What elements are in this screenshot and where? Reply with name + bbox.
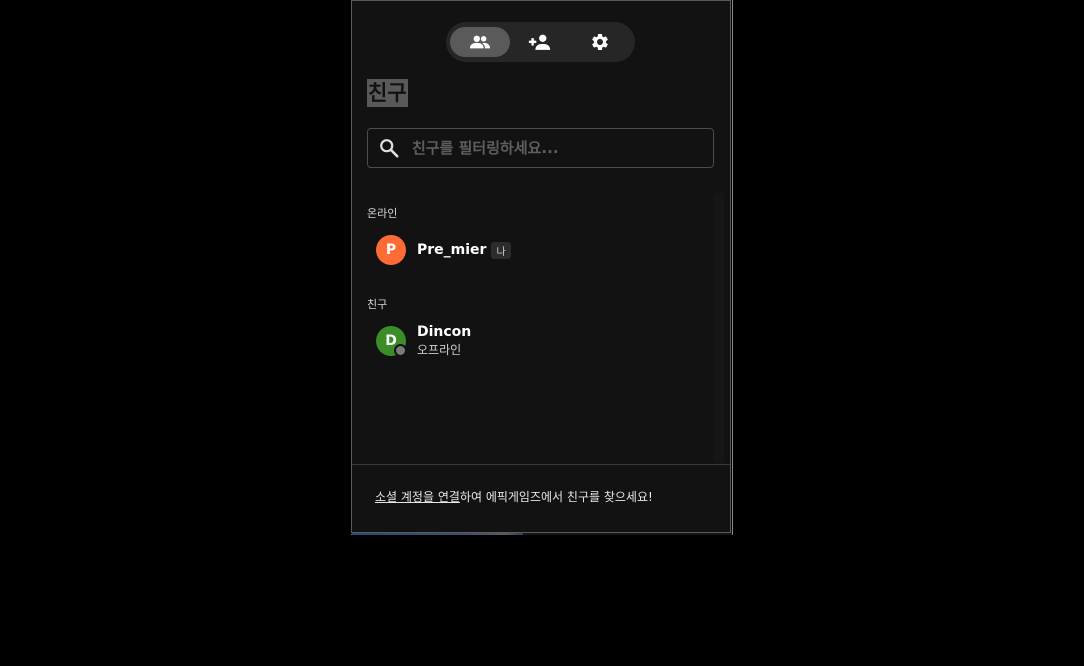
- section-label-online: 온라인: [367, 207, 398, 220]
- friends-panel: 친구 온라인 P Pre_mier 나 친구 D: [351, 0, 731, 533]
- gear-icon: [592, 33, 608, 50]
- list-item[interactable]: D Dincon 오프라인: [376, 324, 471, 358]
- friends-icon: [469, 35, 491, 49]
- tab-settings[interactable]: [570, 27, 630, 57]
- search-input[interactable]: [412, 139, 692, 157]
- page-title: 친구: [367, 79, 408, 107]
- search-box[interactable]: [367, 128, 714, 168]
- footer-divider: [352, 464, 730, 465]
- friend-name: Pre_mier: [417, 242, 487, 258]
- tab-bar: [446, 22, 635, 62]
- me-badge: 나: [491, 241, 511, 259]
- scrollbar[interactable]: [714, 193, 724, 463]
- section-label-friends: 친구: [367, 298, 388, 311]
- friend-status: 오프라인: [417, 343, 462, 357]
- tab-add-friend[interactable]: [510, 27, 570, 57]
- friend-info: Dincon 오프라인: [417, 324, 471, 358]
- offline-status-dot: [394, 344, 407, 357]
- footer-text: 하여 에픽게임즈에서 친구를 찾으세요!: [459, 490, 653, 504]
- avatar: D: [376, 326, 407, 357]
- list-item[interactable]: P Pre_mier 나: [376, 233, 511, 267]
- friends-list[interactable]: 온라인 P Pre_mier 나 친구 D Dincon 오프라인: [352, 193, 727, 463]
- footer-message: 소셜 계정을 연결하여 에픽게임즈에서 친구를 찾으세요!: [375, 488, 653, 505]
- avatar-initial: P: [385, 242, 397, 258]
- friend-name: Dincon: [417, 324, 472, 340]
- avatar: P: [376, 235, 406, 265]
- friend-name-row: Pre_mier 나: [417, 241, 511, 259]
- connect-social-account-link[interactable]: 소셜 계정을 연결: [375, 490, 460, 504]
- friend-info: Pre_mier 나: [417, 241, 511, 259]
- search-icon: [380, 139, 399, 158]
- add-friend-icon: [528, 34, 551, 50]
- tab-friends[interactable]: [450, 27, 510, 57]
